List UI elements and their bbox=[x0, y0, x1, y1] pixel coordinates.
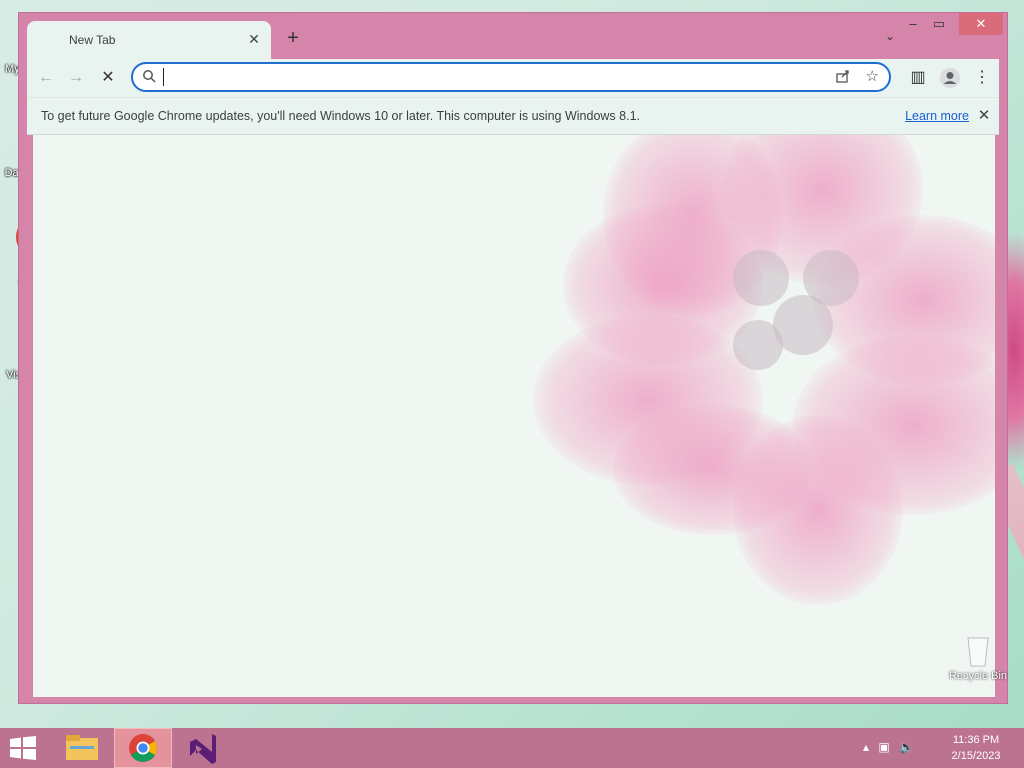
side-panel-button[interactable]: ▥ bbox=[905, 65, 931, 91]
tab-title: New Tab bbox=[69, 33, 116, 47]
update-infobar: To get future Google Chrome updates, you… bbox=[27, 97, 999, 135]
page-content[interactable] bbox=[33, 135, 995, 697]
taskbar-visual-studio[interactable] bbox=[176, 728, 234, 768]
taskbar: ▴ ▣ 🔈 11:36 PM 2/15/2023 bbox=[0, 728, 1024, 768]
new-tab-button[interactable]: + bbox=[281, 27, 305, 51]
visual-studio-icon bbox=[190, 734, 216, 764]
desktop-icon-label: Recycle Bin bbox=[948, 670, 1008, 682]
share-icon[interactable] bbox=[835, 68, 851, 87]
taskbar-clock[interactable]: 11:36 PM 2/15/2023 bbox=[946, 732, 1006, 764]
search-icon bbox=[142, 69, 156, 86]
chevron-up-icon[interactable]: ▴ bbox=[863, 740, 869, 754]
profile-button[interactable] bbox=[937, 65, 963, 91]
forward-button[interactable]: → bbox=[63, 65, 89, 91]
browser-window: New Tab ✕ + ⌄ – ▭ ✕ ← → ✕ ☆ ▥ ⋮ To get f… bbox=[18, 12, 1008, 704]
wallpaper-petal bbox=[733, 415, 903, 605]
folder-icon bbox=[66, 735, 98, 760]
star-icon[interactable]: ☆ bbox=[866, 67, 879, 85]
tab-new-tab[interactable]: New Tab ✕ bbox=[27, 21, 271, 59]
tab-close-icon[interactable]: ✕ bbox=[245, 30, 263, 48]
recycle-bin-icon bbox=[958, 630, 998, 670]
maximize-button[interactable]: ▭ bbox=[921, 13, 957, 35]
omnibox[interactable]: ☆ bbox=[131, 62, 891, 92]
chrome-icon bbox=[129, 734, 157, 762]
stop-button[interactable]: ✕ bbox=[95, 65, 121, 91]
close-window-button[interactable]: ✕ bbox=[959, 13, 1003, 35]
learn-more-link[interactable]: Learn more bbox=[905, 109, 969, 123]
menu-button[interactable]: ⋮ bbox=[969, 65, 995, 91]
taskbar-google-chrome[interactable] bbox=[114, 728, 172, 768]
taskbar-file-explorer[interactable] bbox=[54, 728, 112, 768]
start-button[interactable] bbox=[8, 736, 38, 760]
clock-date: 2/15/2023 bbox=[951, 750, 1001, 762]
infobar-message: To get future Google Chrome updates, you… bbox=[41, 109, 640, 123]
address-input[interactable] bbox=[163, 68, 823, 86]
back-button[interactable]: ← bbox=[33, 65, 59, 91]
infobar-close-icon[interactable]: ✕ bbox=[975, 106, 993, 124]
network-icon[interactable]: ▣ bbox=[878, 740, 889, 754]
tab-search-chevron-icon[interactable]: ⌄ bbox=[885, 29, 895, 43]
system-tray: ▴ ▣ 🔈 bbox=[863, 740, 914, 754]
wallpaper-flower-center bbox=[733, 320, 783, 370]
wallpaper-flower-center bbox=[733, 250, 789, 306]
desktop-icon-recycle-bin[interactable]: Recycle Bin bbox=[948, 630, 1008, 682]
tab-strip: New Tab ✕ + ⌄ – ▭ ✕ bbox=[19, 13, 1007, 59]
clock-time: 11:36 PM bbox=[952, 734, 1000, 746]
browser-toolbar: ← → ✕ ☆ ▥ ⋮ bbox=[27, 59, 999, 97]
volume-icon[interactable]: 🔈 bbox=[899, 740, 914, 754]
